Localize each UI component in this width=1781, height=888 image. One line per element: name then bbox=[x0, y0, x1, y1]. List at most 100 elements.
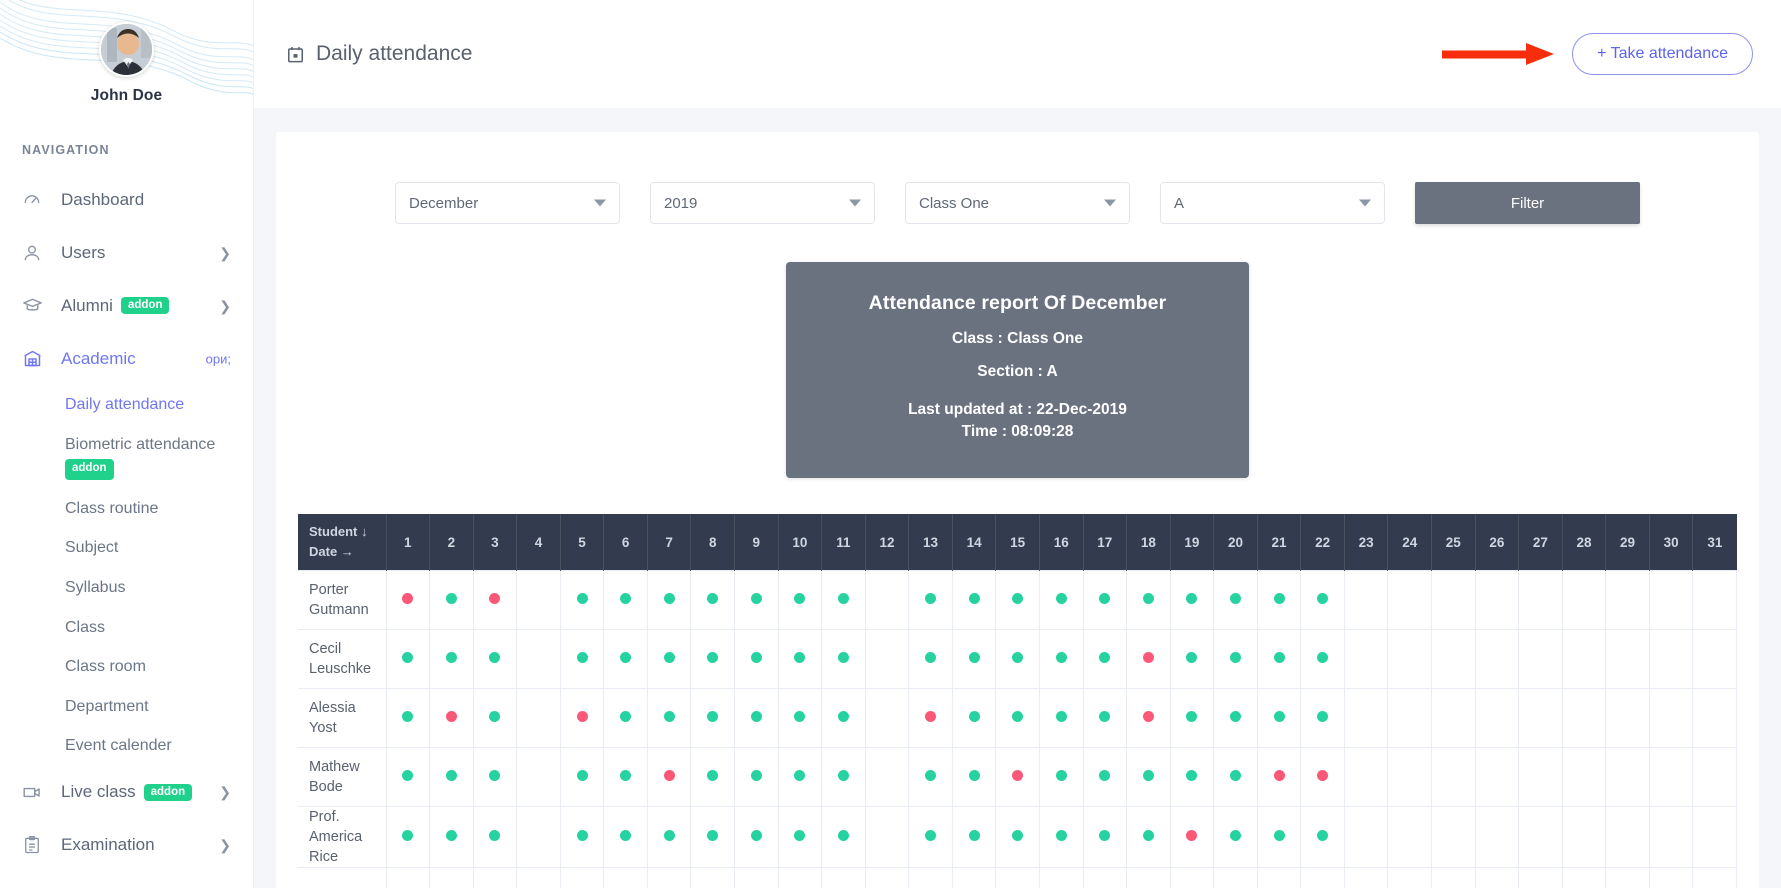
year-select[interactable]: 2019 bbox=[650, 182, 875, 224]
present-dot bbox=[969, 652, 980, 663]
attendance-cell bbox=[1649, 748, 1693, 807]
attendance-cell bbox=[604, 689, 648, 748]
present-dot bbox=[925, 593, 936, 604]
sidebar-item-dashboard[interactable]: Dashboard bbox=[0, 173, 253, 226]
present-dot bbox=[577, 830, 588, 841]
attendance-cell bbox=[1562, 807, 1606, 868]
present-dot bbox=[1230, 652, 1241, 663]
chevron-down-icon bbox=[594, 200, 606, 207]
sidebar-subitem-biometric-attendance[interactable]: Biometric attendance addon bbox=[0, 425, 253, 489]
sidebar-item-alumni[interactable]: Alumni addon ❯ bbox=[0, 279, 253, 332]
sidebar-subitem-subject[interactable]: Subject bbox=[0, 528, 253, 568]
absent-dot bbox=[446, 711, 457, 722]
present-dot bbox=[1056, 830, 1067, 841]
present-dot bbox=[751, 593, 762, 604]
sidebar-subitem-syllabus[interactable]: Syllabus bbox=[0, 568, 253, 608]
section-select[interactable]: A bbox=[1160, 182, 1385, 224]
present-dot bbox=[1317, 711, 1328, 722]
profile-name: John Doe bbox=[0, 87, 253, 105]
attendance-cell bbox=[735, 748, 779, 807]
sidebar-subitem-class[interactable]: Class bbox=[0, 608, 253, 648]
attendance-cell bbox=[1606, 868, 1650, 888]
attendance-cell bbox=[1344, 868, 1388, 888]
day-column-header: 21 bbox=[1257, 514, 1301, 571]
filter-button[interactable]: Filter bbox=[1415, 182, 1640, 224]
attendance-cell bbox=[430, 630, 474, 689]
sidebar-subitem-event-calender[interactable]: Event calender bbox=[0, 726, 253, 766]
class-select[interactable]: Class One bbox=[905, 182, 1130, 224]
absent-dot bbox=[402, 593, 413, 604]
absent-dot bbox=[489, 593, 500, 604]
present-dot bbox=[489, 652, 500, 663]
attendance-cell bbox=[647, 571, 691, 630]
attendance-cell bbox=[952, 748, 996, 807]
present-dot bbox=[925, 652, 936, 663]
attendance-cell bbox=[1083, 689, 1127, 748]
nav-section-title: NAVIGATION bbox=[22, 143, 253, 157]
student-name-cell: Eva Purdy bbox=[298, 868, 386, 888]
attendance-cell bbox=[952, 571, 996, 630]
sidebar-item-label: Users bbox=[61, 243, 105, 263]
video-camera-icon bbox=[22, 781, 48, 803]
attendance-cell bbox=[1606, 807, 1650, 868]
attendance-cell bbox=[1606, 748, 1650, 807]
absent-dot bbox=[1186, 830, 1197, 841]
attendance-cell bbox=[560, 630, 604, 689]
report-title: Attendance report Of December bbox=[806, 292, 1229, 315]
attendance-cell bbox=[1257, 689, 1301, 748]
attendance-cell bbox=[1039, 630, 1083, 689]
avatar[interactable] bbox=[99, 22, 154, 77]
attendance-cell bbox=[1519, 630, 1563, 689]
present-dot bbox=[1099, 770, 1110, 781]
present-dot bbox=[1186, 711, 1197, 722]
attendance-cell bbox=[1693, 807, 1737, 868]
absent-dot bbox=[1012, 770, 1023, 781]
sidebar-item-accounting[interactable]: Accounting ❯ bbox=[0, 872, 253, 888]
attendance-cell bbox=[1649, 630, 1693, 689]
sidebar-subitem-class-routine[interactable]: Class routine bbox=[0, 489, 253, 529]
sidebar-subitem-label: Syllabus bbox=[65, 579, 125, 596]
attendance-cell bbox=[473, 807, 517, 868]
present-dot bbox=[664, 593, 675, 604]
present-dot bbox=[620, 830, 631, 841]
present-dot bbox=[969, 593, 980, 604]
present-dot bbox=[1274, 830, 1285, 841]
day-column-header: 23 bbox=[1344, 514, 1388, 571]
sidebar-subitem-label: Daily attendance bbox=[65, 396, 184, 413]
chevron-right-icon: ❯ bbox=[219, 785, 231, 799]
take-attendance-button[interactable]: + Take attendance bbox=[1572, 33, 1753, 75]
sidebar-item-examination[interactable]: Examination ❯ bbox=[0, 819, 253, 872]
attendance-cell bbox=[604, 748, 648, 807]
sidebar-item-academic[interactable]: Academic ори; bbox=[0, 332, 253, 385]
day-column-header: 3 bbox=[473, 514, 517, 571]
present-dot bbox=[794, 830, 805, 841]
sidebar-subitem-class-room[interactable]: Class room bbox=[0, 647, 253, 687]
attendance-cell bbox=[1083, 868, 1127, 888]
present-dot bbox=[794, 770, 805, 781]
attendance-cell bbox=[1649, 571, 1693, 630]
attendance-cell bbox=[386, 630, 430, 689]
attendance-cell bbox=[1432, 571, 1476, 630]
present-dot bbox=[707, 593, 718, 604]
sidebar-subitem-daily-attendance[interactable]: Daily attendance bbox=[0, 385, 253, 425]
attendance-cell bbox=[1039, 748, 1083, 807]
present-dot bbox=[1012, 711, 1023, 722]
present-dot bbox=[1143, 770, 1154, 781]
present-dot bbox=[751, 652, 762, 663]
present-dot bbox=[838, 770, 849, 781]
attendance-cell bbox=[430, 689, 474, 748]
present-dot bbox=[620, 770, 631, 781]
attendance-cell bbox=[1083, 807, 1127, 868]
report-section: Section : A bbox=[806, 363, 1229, 381]
attendance-cell bbox=[1039, 689, 1083, 748]
sidebar-item-live-class[interactable]: Live class addon ❯ bbox=[0, 766, 253, 819]
sidebar-subitem-department[interactable]: Department bbox=[0, 687, 253, 727]
attendance-cell bbox=[1301, 689, 1345, 748]
attendance-cell bbox=[1170, 689, 1214, 748]
sidebar-item-users[interactable]: Users ❯ bbox=[0, 226, 253, 279]
attendance-cell bbox=[1127, 689, 1171, 748]
day-column-header: 7 bbox=[647, 514, 691, 571]
attendance-cell bbox=[1475, 868, 1519, 888]
month-select[interactable]: December bbox=[395, 182, 620, 224]
attendance-cell bbox=[1388, 807, 1432, 868]
